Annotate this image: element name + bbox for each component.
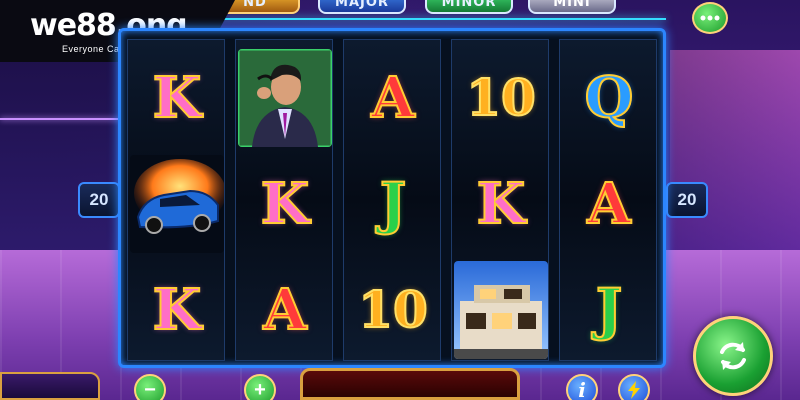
decrease-bet-button[interactable]: − [134, 374, 166, 400]
symbol-a: A [586, 171, 631, 237]
refresh-icon [720, 342, 746, 370]
symbol-a: A [370, 65, 415, 131]
reel-4-symbol-3 [452, 258, 550, 362]
symbol-a: A [262, 277, 307, 343]
reels-frame: K K K A A J 10 10 K Q A J [118, 28, 666, 368]
reel-1: K K [127, 39, 225, 361]
reel-3: A J 10 [343, 39, 441, 361]
minus-icon: − [144, 378, 156, 400]
info-icon: i [578, 378, 586, 400]
reel-5: Q A J [559, 39, 657, 361]
reel-2: K A [235, 39, 333, 361]
reel-2-symbol-1 [236, 46, 334, 150]
paylines-right-value: 20 [677, 190, 697, 209]
jackpot-major-label: MAJOR [335, 0, 389, 10]
jackpot-major-tab: MAJOR [318, 0, 406, 14]
reel-5-symbol-2: A [560, 152, 658, 256]
reel-4-symbol-2: K [452, 152, 550, 256]
lightning-icon [628, 381, 640, 399]
reel-3-symbol-3: 10 [344, 258, 442, 362]
symbol-k: K [476, 171, 527, 237]
jackpot-minor-label: MINOR [441, 0, 497, 10]
reel-4: 10 K [451, 39, 549, 361]
neon-left-line [0, 118, 120, 120]
sports-car-icon [130, 155, 224, 253]
symbol-j: J [379, 171, 407, 237]
reel-3-symbol-2: J [344, 152, 442, 256]
reel-5-symbol-1: Q [560, 46, 658, 150]
symbol-k: K [152, 65, 203, 131]
reel-1-symbol-3: K [128, 258, 226, 362]
increase-bet-button[interactable]: + [244, 374, 276, 400]
dots-icon [700, 15, 720, 21]
reel-4-symbol-1: 10 [452, 46, 550, 150]
symbol-k: K [260, 171, 311, 237]
symbol-q: Q [584, 65, 635, 131]
reel-1-symbol-1: K [128, 46, 226, 150]
background-left-wall [0, 40, 130, 270]
background-right-wall [670, 50, 800, 250]
jackpot-mini-label: MINI [553, 0, 591, 10]
bet-panel [0, 372, 100, 400]
info-button[interactable]: i [566, 374, 598, 400]
businessman-icon [238, 49, 332, 147]
jackpot-minor-tab: MINOR [425, 0, 513, 14]
jackpot-mini-tab: MINI [528, 0, 616, 14]
paylines-left-value: 20 [89, 190, 109, 209]
menu-button[interactable] [692, 2, 728, 34]
symbol-k: K [152, 277, 203, 343]
spin-button[interactable] [693, 316, 773, 396]
reel-2-symbol-3: A [236, 258, 334, 362]
reel-2-symbol-2: K [236, 152, 334, 256]
reel-1-symbol-2 [128, 152, 226, 256]
paylines-left: 20 [78, 182, 120, 218]
symbol-j: J [595, 277, 623, 343]
turbo-button[interactable] [618, 374, 650, 400]
win-display [300, 368, 520, 400]
reel-3-symbol-1: A [344, 46, 442, 150]
plus-icon: + [254, 378, 266, 400]
reel-5-symbol-3: J [560, 258, 658, 362]
symbol-10: 10 [465, 68, 537, 127]
paylines-right: 20 [666, 182, 708, 218]
mansion-icon [454, 261, 548, 359]
jackpot-grand-label: ND [243, 0, 267, 10]
symbol-10: 10 [357, 280, 429, 339]
